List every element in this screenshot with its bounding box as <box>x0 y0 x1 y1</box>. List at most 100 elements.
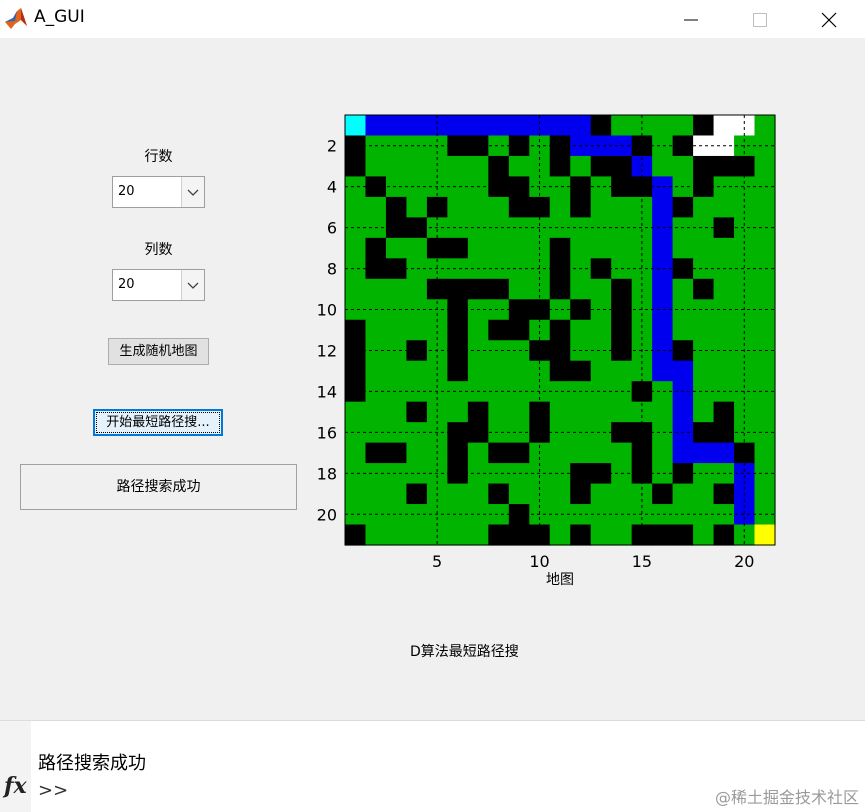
map-cell <box>590 155 612 178</box>
start-search-button[interactable]: 开始最短路径搜... <box>93 409 223 436</box>
map-cell <box>611 155 633 178</box>
map-cell <box>590 483 612 505</box>
map-cell <box>693 278 715 300</box>
watermark: @稀土掘金技术社区 <box>714 788 859 807</box>
map-cell <box>365 237 387 259</box>
map-cell <box>447 196 469 218</box>
map-cell <box>345 360 367 382</box>
cols-select[interactable]: 20 <box>112 269 205 301</box>
y-tick-label: 18 <box>317 464 337 483</box>
command-gutter: fx <box>0 721 31 812</box>
map-cell <box>447 524 469 546</box>
map-cell <box>508 401 530 423</box>
map-cell <box>713 115 735 137</box>
map-cell <box>508 442 530 464</box>
map-cell <box>549 524 571 546</box>
map-cell <box>508 278 530 300</box>
map-cell <box>590 196 612 218</box>
map-cell <box>693 237 715 259</box>
map-cell <box>713 196 735 218</box>
map-cell <box>385 155 408 178</box>
map-cell <box>345 463 367 485</box>
map-cell <box>652 360 674 382</box>
map-cell <box>488 319 510 341</box>
chevron-down-icon[interactable] <box>181 270 204 300</box>
map-cell <box>672 524 694 546</box>
map-cell <box>467 401 489 423</box>
fx-icon[interactable]: fx <box>4 773 27 799</box>
map-cell <box>652 155 674 178</box>
maximize-button[interactable] <box>737 0 783 38</box>
map-cell <box>345 196 367 218</box>
map-cell <box>467 115 489 137</box>
map-cell <box>406 155 428 178</box>
map-cell <box>345 340 367 362</box>
map-cell <box>488 442 510 464</box>
rows-select[interactable]: 20 <box>112 176 205 208</box>
map-cell <box>345 217 367 239</box>
map-cell <box>754 401 776 423</box>
map-cell <box>467 360 489 382</box>
map-cell <box>447 155 469 178</box>
map-cell <box>467 237 489 259</box>
map-cell <box>590 524 612 546</box>
map-cell <box>385 237 408 259</box>
map-cell <box>406 237 428 259</box>
y-tick-label: 14 <box>317 382 337 401</box>
map-cell <box>508 524 530 546</box>
x-axis-label: 地图 <box>546 572 574 588</box>
map-cell <box>611 401 633 423</box>
map-cell <box>549 196 571 218</box>
map-cell <box>652 278 674 300</box>
minimize-button[interactable] <box>668 0 714 38</box>
map-cell <box>447 442 469 464</box>
map-cell <box>345 258 367 280</box>
map-cell <box>385 483 408 505</box>
x-tick-label: 15 <box>632 552 652 571</box>
map-cell <box>365 319 387 341</box>
map-cell <box>754 155 776 178</box>
map-cell <box>529 115 551 137</box>
map-cell <box>508 237 530 259</box>
map-cell <box>611 360 633 382</box>
map-cell <box>693 524 715 546</box>
x-tick-label: 10 <box>529 552 549 571</box>
map-cell <box>467 278 489 300</box>
status-text: 路径搜索成功 <box>116 479 201 495</box>
close-button[interactable] <box>806 0 852 38</box>
map-cell <box>406 401 428 423</box>
map-cell <box>713 360 735 382</box>
map-cell <box>406 278 428 300</box>
map-cell <box>488 524 510 546</box>
command-prompt[interactable]: >> <box>38 780 68 801</box>
map-cell <box>652 401 674 423</box>
map-cell <box>406 524 428 546</box>
y-tick-label: 4 <box>327 178 337 197</box>
y-tick-label: 8 <box>327 260 337 279</box>
map-cell <box>713 483 735 505</box>
map-cell <box>508 360 530 382</box>
map-cell <box>754 442 776 464</box>
map-cell <box>345 483 367 505</box>
map-cell <box>385 524 408 546</box>
x-ticks: 5 10 15 20 <box>432 552 754 571</box>
map-cell <box>672 360 694 382</box>
map-cell <box>652 319 674 341</box>
map-cell <box>570 524 592 546</box>
y-tick-label: 2 <box>327 137 337 156</box>
map-cell <box>590 442 612 464</box>
map-cell <box>345 381 367 403</box>
chevron-down-icon[interactable] <box>181 177 204 207</box>
command-window[interactable]: fx 路径搜索成功 >> @稀土掘金技术社区 <box>0 720 865 812</box>
rows-label: 行数 <box>144 149 173 165</box>
map-cell <box>590 401 612 423</box>
generate-map-button[interactable]: 生成随机地图 <box>108 338 209 365</box>
map-cell <box>426 115 448 137</box>
map-cell <box>488 278 510 300</box>
map-cell <box>672 155 694 178</box>
map-cell <box>365 401 387 423</box>
map-cell <box>447 237 469 259</box>
map-cell <box>652 524 674 546</box>
y-tick-label: 6 <box>327 219 337 238</box>
map-cell <box>385 278 408 300</box>
